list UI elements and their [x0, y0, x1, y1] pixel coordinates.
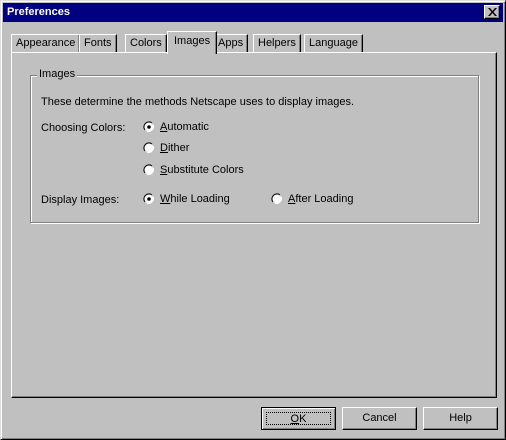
- radio-label: Automatic: [160, 121, 209, 133]
- radio-substitute-colors[interactable]: Substitute Colors: [143, 164, 244, 176]
- help-button[interactable]: Help: [423, 407, 498, 430]
- radio-label: Substitute Colors: [160, 164, 244, 176]
- radio-label: While Loading: [160, 193, 230, 205]
- tab-panel-images: Images These determine the methods Netsc…: [11, 52, 497, 398]
- radio-dither[interactable]: Dither: [143, 142, 189, 154]
- tab-label: Appearance: [16, 37, 76, 49]
- tab-label: Language: [309, 37, 358, 49]
- group-title: Images: [37, 68, 78, 80]
- tab-label: Fonts: [84, 37, 112, 49]
- tab-label: Images: [174, 35, 211, 47]
- close-button[interactable]: [484, 5, 500, 19]
- close-icon: [488, 8, 497, 16]
- ok-button[interactable]: OK: [261, 407, 336, 430]
- radio-label: Dither: [160, 142, 190, 154]
- choosing-colors-label: Choosing Colors:: [41, 122, 126, 134]
- window-title: Preferences: [7, 6, 70, 18]
- tab-fonts[interactable]: Fonts: [79, 34, 117, 53]
- tab-label: Apps: [218, 37, 244, 49]
- tab-apps[interactable]: Apps: [213, 34, 249, 53]
- tab-label: Colors: [130, 37, 162, 49]
- radio-after-loading[interactable]: After Loading: [271, 193, 353, 205]
- tab-language[interactable]: Language: [304, 34, 363, 53]
- tab-label: Helpers: [258, 37, 296, 49]
- radio-automatic[interactable]: Automatic: [143, 121, 209, 133]
- focus-rect: OK: [266, 412, 331, 425]
- cancel-label: Cancel: [362, 412, 397, 424]
- images-description: These determine the methods Netscape use…: [41, 96, 355, 108]
- help-label: Help: [449, 412, 472, 424]
- preferences-dialog: Preferences Appearance Fonts Colors Imag…: [0, 0, 506, 440]
- radio-while-loading[interactable]: While Loading: [143, 193, 230, 205]
- radio-unchecked-icon: [143, 142, 155, 154]
- tab-images[interactable]: Images: [167, 31, 218, 54]
- title-bar[interactable]: Preferences: [3, 3, 503, 22]
- radio-unchecked-icon: [271, 193, 283, 205]
- radio-label: After Loading: [288, 193, 354, 205]
- radio-checked-icon: [143, 193, 155, 205]
- display-images-label: Display Images:: [41, 194, 120, 206]
- radio-checked-icon: [143, 121, 155, 133]
- cancel-button[interactable]: Cancel: [342, 407, 417, 430]
- images-group: Images These determine the methods Netsc…: [30, 68, 479, 223]
- tab-helpers[interactable]: Helpers: [253, 34, 301, 53]
- tab-colors[interactable]: Colors: [125, 34, 167, 53]
- tab-appearance[interactable]: Appearance: [11, 34, 81, 53]
- radio-unchecked-icon: [143, 164, 155, 176]
